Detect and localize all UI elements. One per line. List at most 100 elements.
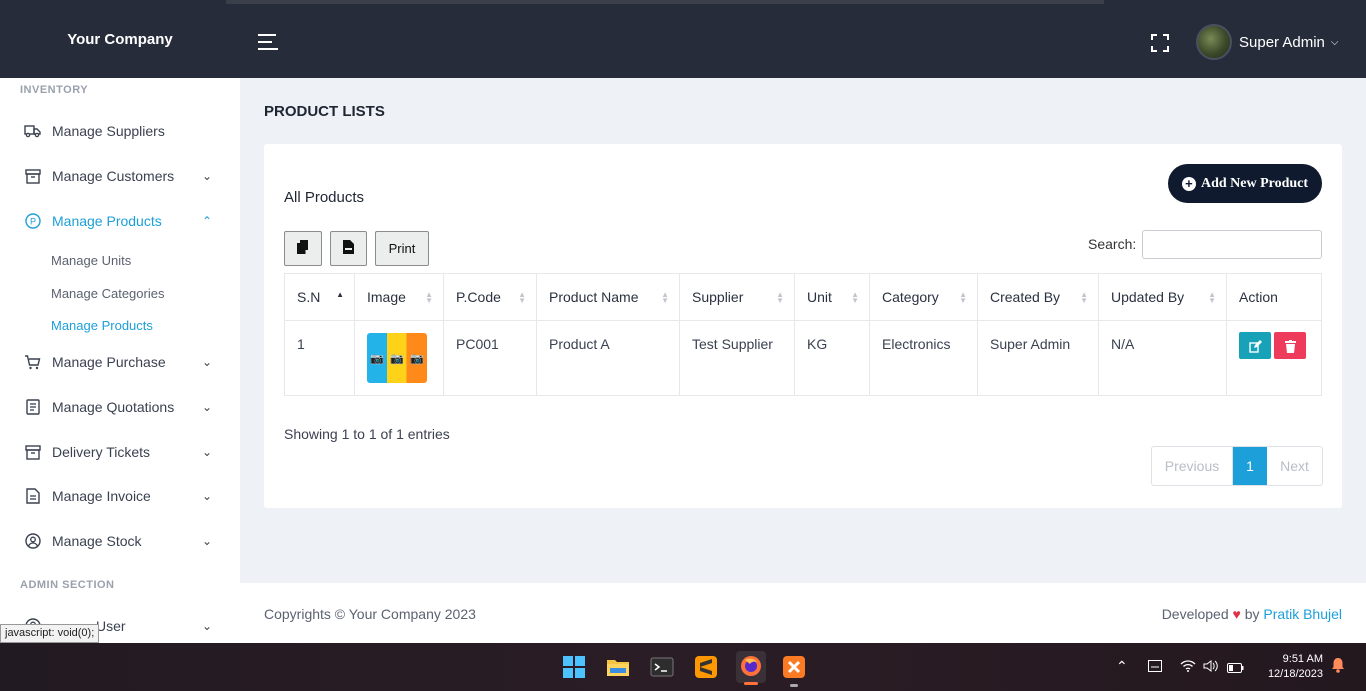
developed-text: Developed — [1161, 606, 1229, 622]
csv-button[interactable] — [330, 231, 367, 266]
product-thumbnail: 📷 📷 📷 — [367, 333, 427, 383]
chevron-down-icon: ⌵ — [1330, 36, 1339, 48]
sort-asc-icon: ▲ — [336, 290, 344, 299]
sublime-text-icon[interactable] — [694, 655, 718, 679]
menu-toggle-icon[interactable] — [258, 34, 278, 52]
wifi-icon[interactable] — [1180, 659, 1196, 675]
chevron-down-icon: ⌄ — [202, 489, 213, 503]
keyboard-icon[interactable] — [1148, 659, 1162, 675]
main-content: PRODUCT LISTS All Products + Add New Pro… — [240, 78, 1366, 583]
products-table: S.N ▲ Image ▲ ▼ P.Code ▲ ▼ Product Name ▲ ▼ Sup… — [284, 273, 1322, 396]
sort-icon: ▲ ▼ — [425, 290, 433, 305]
clock-time: 9:51 AM — [1282, 653, 1323, 665]
author-link[interactable]: Pratik Bhujel — [1263, 606, 1342, 622]
sidebar-item-label: Manage Quotations — [52, 399, 175, 415]
search-input[interactable] — [1142, 230, 1322, 259]
column-header-pcode[interactable]: P.Code ▲ ▼ — [443, 273, 537, 321]
cell-category: Electronics — [869, 320, 978, 396]
terminal-icon[interactable] — [650, 655, 674, 679]
sidebar-subitem-categories[interactable]: Manage Categories — [51, 286, 164, 301]
cell-pcode: PC001 — [443, 320, 537, 396]
invoice-icon — [24, 488, 41, 505]
file-explorer-icon[interactable] — [606, 655, 630, 679]
column-header-created-by[interactable]: Created By ▲ ▼ — [977, 273, 1099, 321]
sidebar-item-products[interactable]: P Manage Products ⌃ — [0, 201, 240, 241]
column-header-action: Action — [1226, 273, 1322, 321]
system-clock[interactable]: 9:51 AM 12/18/2023 — [1259, 652, 1323, 682]
delete-button[interactable] — [1274, 332, 1306, 359]
sidebar-item-suppliers[interactable]: Manage Suppliers — [0, 111, 240, 151]
section-label-inventory: INVENTORY — [20, 84, 89, 96]
print-button[interactable]: Print — [375, 231, 429, 266]
archive-icon — [24, 444, 41, 461]
chevron-up-icon: ⌃ — [202, 214, 213, 228]
pagination: Previous 1 Next — [1151, 446, 1323, 486]
sidebar-item-invoice[interactable]: Manage Invoice ⌄ — [0, 476, 240, 516]
footer: Copyrights © Your Company 2023 Developed… — [240, 583, 1366, 643]
sort-icon: ▲ ▼ — [1080, 290, 1088, 305]
add-product-label: Add New Product — [1200, 175, 1309, 191]
archive-icon — [24, 168, 41, 185]
column-header-unit[interactable]: Unit ▲ ▼ — [794, 273, 870, 321]
browser-strip — [226, 0, 1104, 4]
sort-icon: ▲ ▼ — [661, 290, 669, 305]
column-header-updated-by[interactable]: Updated By ▲ ▼ — [1098, 273, 1227, 321]
user-name: Super Admin — [1239, 33, 1325, 51]
copy-icon — [297, 240, 309, 257]
next-page-button[interactable]: Next — [1267, 447, 1322, 485]
sidebar-item-quotations[interactable]: Manage Quotations ⌄ — [0, 387, 240, 427]
previous-page-button[interactable]: Previous — [1152, 447, 1233, 485]
battery-icon[interactable] — [1227, 660, 1244, 676]
developer-credit: Developed ♥ by Pratik Bhujel — [1162, 606, 1342, 622]
sort-icon: ▲ ▼ — [851, 290, 859, 305]
document-icon — [24, 399, 41, 416]
copy-button[interactable] — [284, 231, 322, 266]
notification-bell-icon[interactable] — [1331, 657, 1345, 676]
brand-name[interactable]: Your Company — [0, 0, 240, 78]
chevron-up-icon[interactable]: ⌃ — [1116, 658, 1128, 675]
status-bar-tooltip: javascript: void(0); — [0, 624, 100, 643]
truck-icon — [24, 123, 41, 140]
sidebar-subitem-units[interactable]: Manage Units — [51, 253, 131, 268]
sort-icon: ▲ ▼ — [959, 290, 967, 305]
by-text: by — [1244, 606, 1260, 622]
sidebar-subitem-products[interactable]: Manage Products — [51, 318, 153, 333]
page-1-button[interactable]: 1 — [1233, 447, 1267, 485]
svg-text:P: P — [29, 217, 35, 227]
column-header-category[interactable]: Category ▲ ▼ — [869, 273, 978, 321]
sidebar-item-label: Manage Purchase — [52, 354, 166, 370]
sidebar-item-stock[interactable]: Manage Stock ⌄ — [0, 521, 240, 561]
firefox-icon[interactable] — [736, 651, 766, 685]
top-header: Your Company Super Admin ⌵ — [0, 0, 1366, 78]
column-header-sn[interactable]: S.N ▲ — [284, 273, 355, 321]
avatar — [1196, 24, 1232, 60]
sidebar-item-purchase[interactable]: Manage Purchase ⌄ — [0, 342, 240, 382]
volume-icon[interactable] — [1203, 659, 1219, 675]
xampp-icon[interactable] — [782, 655, 806, 687]
sidebar-item-customers[interactable]: Manage Customers ⌄ — [0, 156, 240, 196]
sidebar-item-label: Manage Products — [52, 213, 162, 229]
column-header-supplier[interactable]: Supplier ▲ ▼ — [679, 273, 795, 321]
column-header-image[interactable]: Image ▲ ▼ — [354, 273, 444, 321]
edit-button[interactable] — [1239, 332, 1271, 359]
section-label-admin: ADMIN SECTION — [20, 579, 115, 591]
fullscreen-icon[interactable] — [1151, 34, 1169, 52]
table-info: Showing 1 to 1 of 1 entries — [284, 426, 450, 442]
page-title: PRODUCT LISTS — [264, 103, 385, 120]
clock-date: 12/18/2023 — [1267, 668, 1323, 680]
cell-unit: KG — [794, 320, 870, 396]
sidebar-item-label: Manage Stock — [52, 533, 142, 549]
sidebar-item-label: Manage Invoice — [52, 488, 151, 504]
file-icon — [343, 240, 354, 257]
cell-sn: 1 — [284, 320, 355, 396]
add-product-button[interactable]: + Add New Product — [1168, 164, 1322, 203]
sort-icon: ▲ ▼ — [1208, 290, 1216, 305]
products-card: All Products + Add New Product Print Sea… — [264, 144, 1342, 508]
windows-start-icon[interactable] — [562, 655, 586, 679]
sidebar-item-delivery-tickets[interactable]: Delivery Tickets ⌄ — [0, 432, 240, 472]
user-menu[interactable]: Super Admin ⌵ — [1196, 24, 1338, 60]
chevron-down-icon: ⌄ — [202, 619, 213, 633]
column-header-product-name[interactable]: Product Name ▲ ▼ — [536, 273, 680, 321]
cart-icon — [24, 354, 41, 371]
sidebar-item-label: Manage Suppliers — [52, 123, 165, 139]
